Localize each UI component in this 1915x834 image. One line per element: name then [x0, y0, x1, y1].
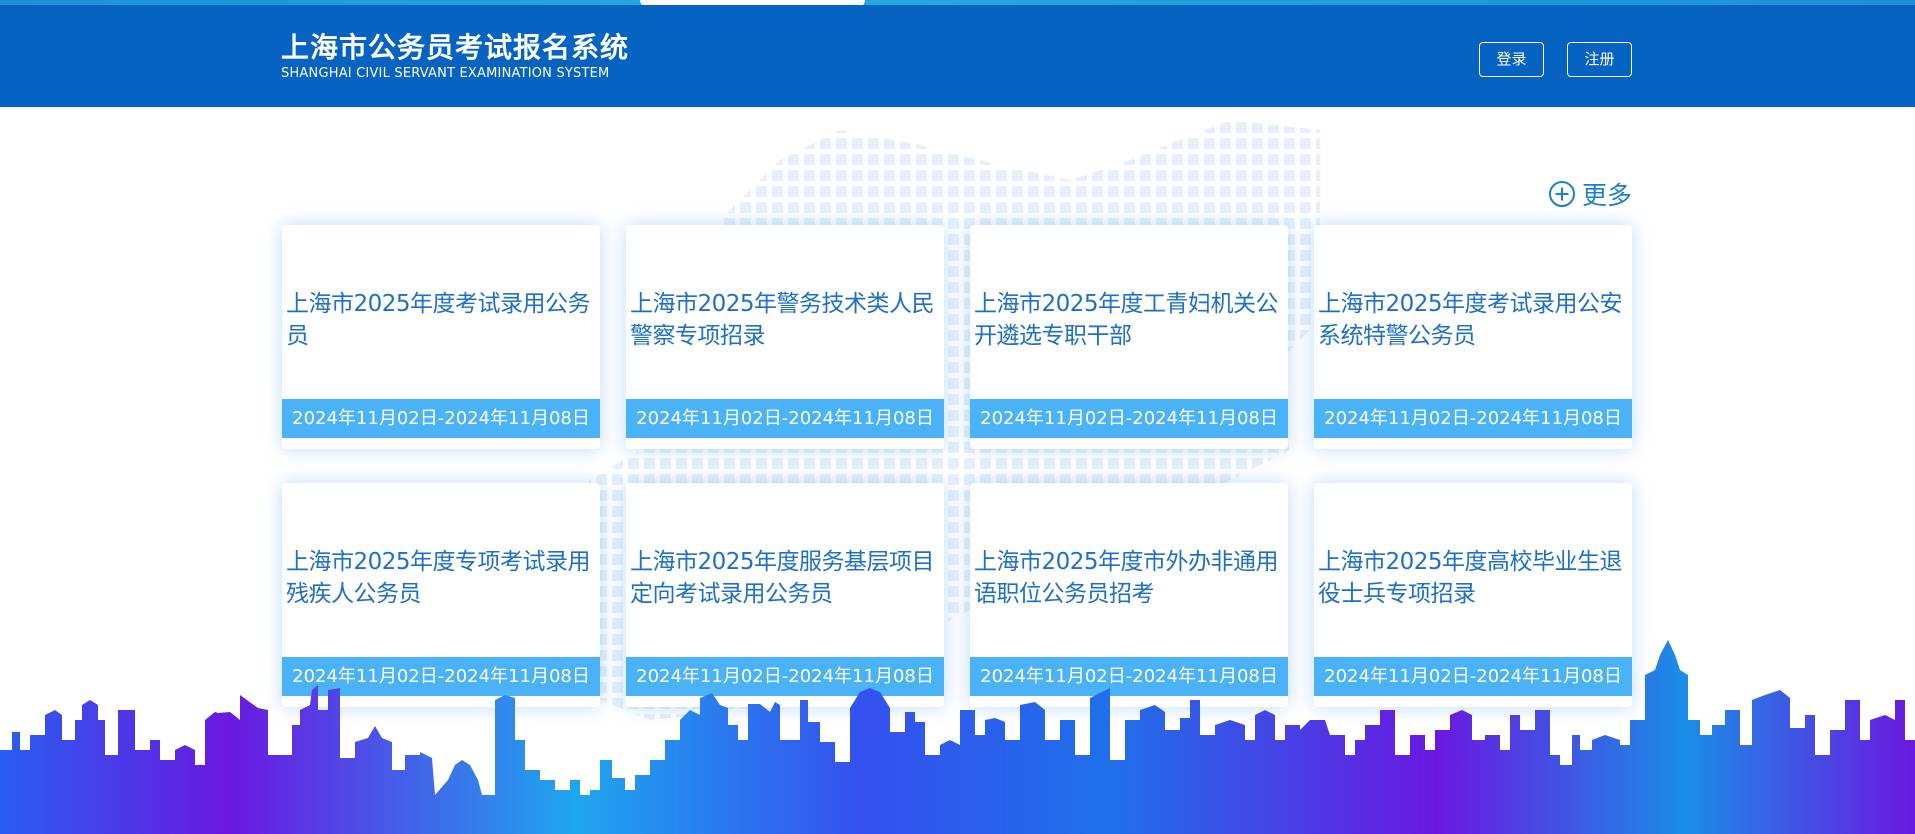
- exam-card[interactable]: 上海市2025年度工青妇机关公开遴选专职干部 2024年11月02日-2024年…: [970, 225, 1288, 449]
- more-link[interactable]: 更多: [1548, 176, 1632, 212]
- exam-card-date: 2024年11月02日-2024年11月08日: [1314, 399, 1632, 438]
- exam-card-date: 2024年11月02日-2024年11月08日: [626, 399, 944, 438]
- exam-card-title[interactable]: 上海市2025年度市外办非通用语职位公务员招考: [974, 546, 1282, 610]
- exam-card[interactable]: 上海市2025年度考试录用公安系统特警公务员 2024年11月02日-2024年…: [1314, 225, 1632, 449]
- exam-card[interactable]: 上海市2025年警务技术类人民警察专项招录 2024年11月02日-2024年1…: [626, 225, 944, 449]
- exam-card-date: 2024年11月02日-2024年11月08日: [970, 399, 1288, 438]
- exam-card-date: 2024年11月02日-2024年11月08日: [282, 399, 600, 438]
- exam-card[interactable]: 上海市2025年度考试录用公务员 2024年11月02日-2024年11月08日: [282, 225, 600, 449]
- plus-circle-icon: [1549, 181, 1575, 207]
- exam-card-title[interactable]: 上海市2025年度考试录用公安系统特警公务员: [1318, 288, 1626, 352]
- exam-card-title[interactable]: 上海市2025年度工青妇机关公开遴选专职干部: [974, 288, 1282, 352]
- register-button[interactable]: 注册: [1567, 42, 1632, 77]
- exam-card-title[interactable]: 上海市2025年度考试录用公务员: [286, 288, 594, 352]
- login-button[interactable]: 登录: [1479, 42, 1544, 77]
- more-label: 更多: [1582, 181, 1633, 210]
- header-bar: 上海市公务员考试报名系统 SHANGHAI CIVIL SERVANT EXAM…: [0, 5, 1915, 107]
- exam-card-title[interactable]: 上海市2025年警务技术类人民警察专项招录: [630, 288, 938, 352]
- exam-card-title[interactable]: 上海市2025年度专项考试录用残疾人公务员: [286, 546, 594, 610]
- page: 上海市公务员考试报名系统 SHANGHAI CIVIL SERVANT EXAM…: [0, 0, 1915, 834]
- site-subtitle: SHANGHAI CIVIL SERVANT EXAMINATION SYSTE…: [281, 66, 610, 81]
- exam-card-title[interactable]: 上海市2025年度服务基层项目定向考试录用公务员: [630, 546, 938, 610]
- site-title: 上海市公务员考试报名系统: [281, 31, 630, 64]
- city-skyline-decoration: [0, 640, 1915, 834]
- site-brand[interactable]: 上海市公务员考试报名系统 SHANGHAI CIVIL SERVANT EXAM…: [281, 31, 629, 82]
- exam-card-title[interactable]: 上海市2025年度高校毕业生退役士兵专项招录: [1318, 546, 1626, 610]
